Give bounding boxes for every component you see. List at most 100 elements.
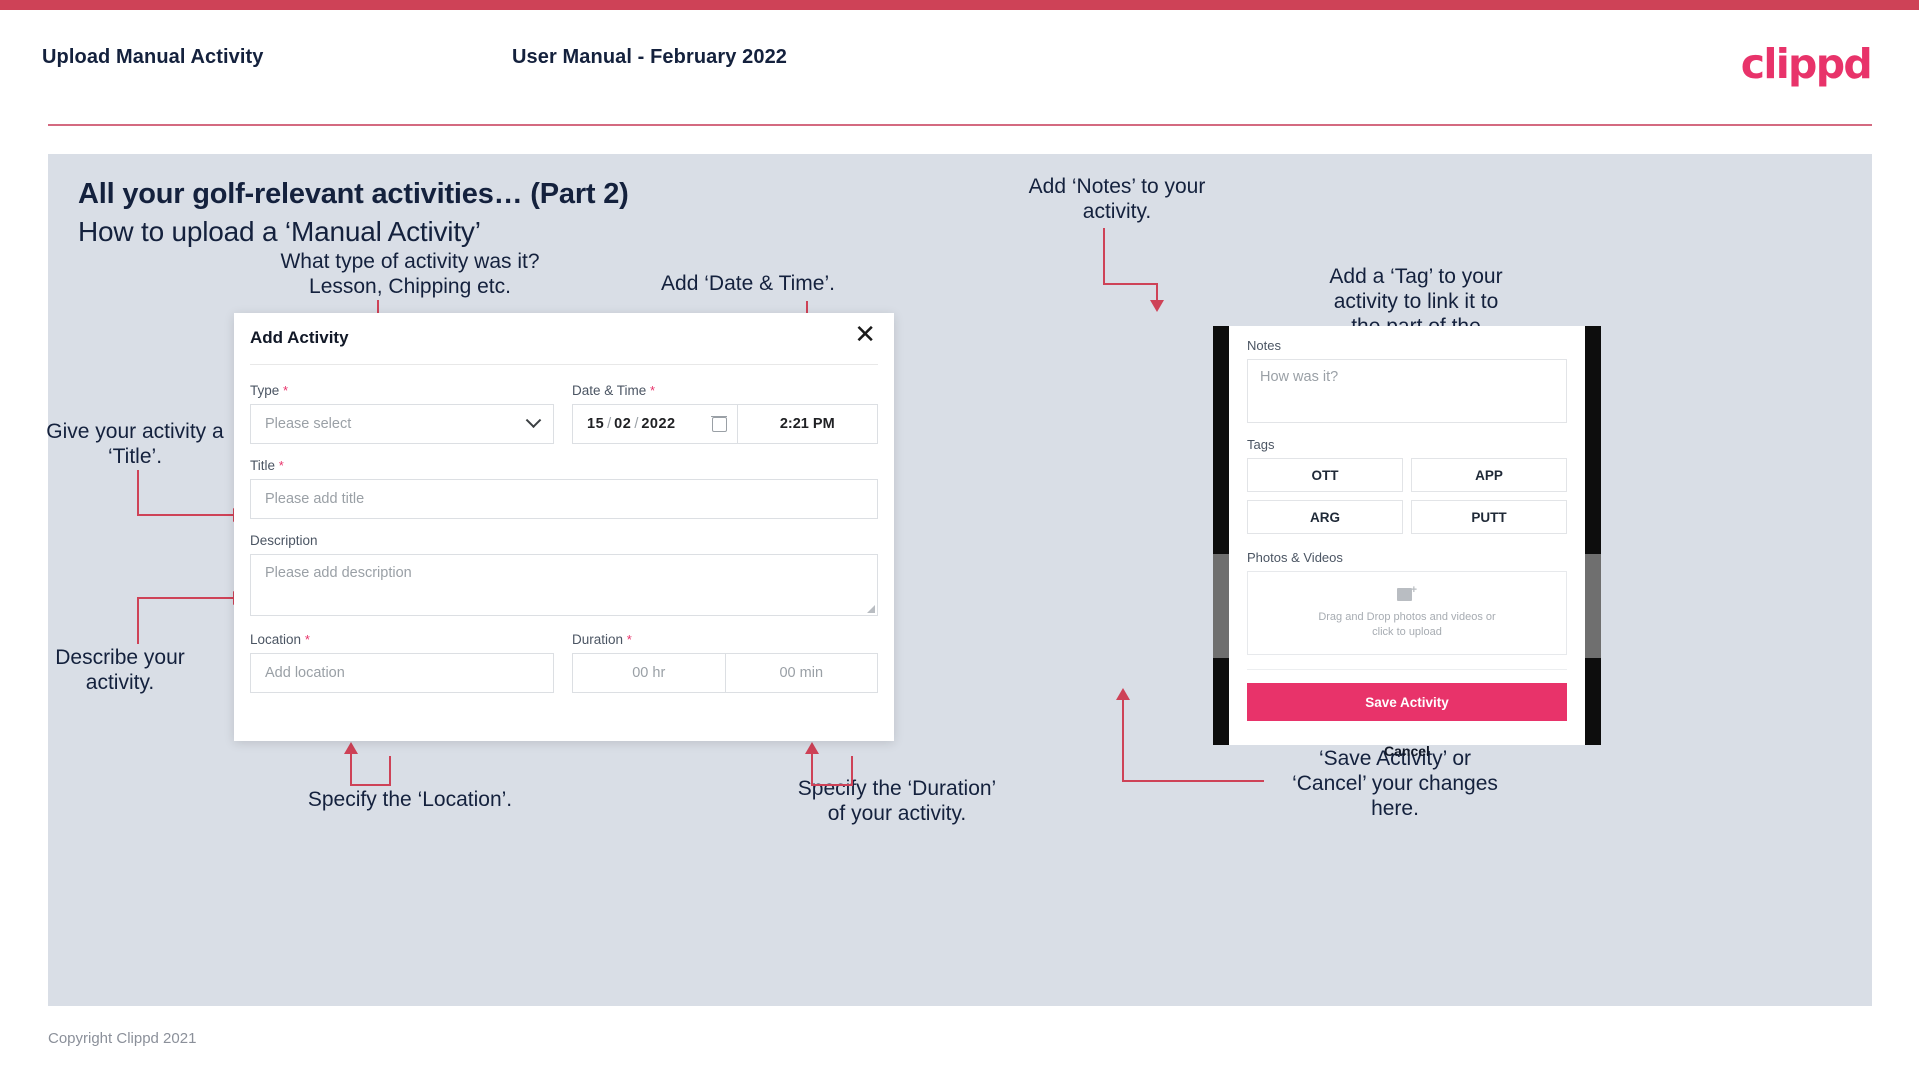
- leader-save-h: [1122, 780, 1264, 782]
- dialog-body: Type * Please select Date & Time * 15 / …: [234, 365, 894, 693]
- datetime-control: 15/02/2022 2:21 PM: [572, 404, 878, 444]
- leader-notes-v1: [1103, 228, 1105, 284]
- datetime-label: Date & Time *: [572, 383, 656, 398]
- dialog-header: Add Activity ✕: [250, 313, 878, 365]
- description-placeholder: Please add description: [265, 565, 412, 581]
- title-input[interactable]: Please add title: [250, 479, 878, 519]
- leader-loc-v2: [389, 756, 391, 786]
- duration-required-asterisk: *: [626, 632, 632, 647]
- photos-videos-label: Photos & Videos: [1247, 550, 1343, 565]
- tags-grid: OTT APP ARG PUTT: [1247, 458, 1567, 534]
- header-left-title: Upload Manual Activity: [42, 46, 264, 68]
- notes-placeholder: How was it?: [1260, 369, 1339, 385]
- phone-divider: [1247, 669, 1567, 670]
- save-activity-button[interactable]: Save Activity: [1247, 683, 1567, 721]
- field-title: Title * Please add title: [250, 458, 878, 519]
- field-duration: Duration * 00 hr 00 min: [572, 632, 878, 693]
- type-label: Type *: [250, 383, 289, 398]
- row-location-duration: Location * Add location Duration * 00 hr…: [250, 632, 878, 693]
- leader-loc-h: [350, 784, 391, 786]
- tag-putt[interactable]: PUTT: [1411, 500, 1567, 534]
- phone-scrollbar-right[interactable]: [1585, 554, 1601, 658]
- calendar-icon[interactable]: [710, 415, 728, 432]
- duration-minutes-input[interactable]: 00 min: [724, 654, 878, 692]
- leader-dur-v1: [811, 751, 813, 785]
- dropzone-line1: Drag and Drop photos and videos or: [1318, 611, 1496, 624]
- page-subtitle: How to upload a ‘Manual Activity’: [78, 216, 481, 247]
- date-input[interactable]: 15/02/2022: [573, 405, 737, 443]
- date-value: 15/02/2022: [587, 416, 676, 432]
- dropzone-line2: click to upload: [1372, 626, 1442, 638]
- location-required-asterisk: *: [304, 632, 310, 647]
- annotation-duration: Specify the ‘Duration’ of your activity.: [797, 777, 997, 825]
- clippd-logo: clippd: [1740, 40, 1873, 88]
- top-accent-bar: [0, 0, 1919, 10]
- annotation-notes: Add ‘Notes’ to your activity.: [1028, 175, 1206, 223]
- duration-control: 00 hr 00 min: [572, 653, 878, 693]
- leader-notes-h: [1103, 283, 1158, 285]
- datetime-required-asterisk: *: [650, 383, 656, 398]
- title-label: Title *: [250, 458, 284, 473]
- tag-ott[interactable]: OTT: [1247, 458, 1403, 492]
- title-placeholder: Please add title: [265, 491, 365, 507]
- type-select[interactable]: Please select: [250, 404, 554, 444]
- mobile-preview: Notes How was it? Tags OTT APP ARG PUTT …: [1213, 326, 1601, 759]
- leader-dur-arrow: [805, 742, 819, 754]
- field-location: Location * Add location: [250, 632, 554, 693]
- page-title: All your golf-relevant activities… (Part…: [78, 178, 629, 210]
- add-activity-dialog: Add Activity ✕ Type * Please select Date…: [234, 313, 894, 741]
- annotation-description: Describe your activity.: [55, 646, 185, 694]
- dialog-title: Add Activity: [250, 328, 349, 347]
- phone-scrollbar-left[interactable]: [1213, 554, 1229, 658]
- leader-notes-arrow: [1150, 300, 1164, 312]
- add-image-icon: +: [1397, 585, 1417, 603]
- header-divider: [48, 124, 1872, 126]
- duration-hours-input[interactable]: 00 hr: [573, 654, 725, 692]
- leader-title-h: [137, 514, 237, 516]
- type-required-asterisk: *: [283, 383, 289, 398]
- leader-desc-h: [137, 597, 237, 599]
- leader-loc-v1: [350, 751, 352, 785]
- notes-label: Notes: [1247, 338, 1281, 353]
- title-required-asterisk: *: [278, 458, 284, 473]
- location-label: Location *: [250, 632, 310, 647]
- cancel-button[interactable]: Cancel: [1247, 743, 1567, 759]
- dropzone-text: Drag and Drop photos and videos or click…: [1318, 610, 1495, 640]
- close-icon[interactable]: ✕: [854, 321, 876, 347]
- annotation-datetime: Add ‘Date & Time’.: [661, 272, 835, 295]
- type-placeholder: Please select: [265, 416, 352, 432]
- field-description: Description Please add description: [250, 533, 878, 616]
- phone-screen: Notes How was it? Tags OTT APP ARG PUTT …: [1229, 326, 1585, 759]
- leader-save-arrow: [1116, 688, 1130, 700]
- header-center-title: User Manual - February 2022: [512, 46, 788, 68]
- leader-save-v: [1122, 697, 1124, 781]
- chevron-down-icon: [525, 411, 542, 428]
- phone-bezel-left: [1213, 326, 1229, 745]
- tags-label: Tags: [1247, 437, 1275, 452]
- phone-bezel-right: [1585, 326, 1601, 745]
- leader-dur-h: [811, 784, 853, 786]
- time-input[interactable]: 2:21 PM: [736, 405, 878, 443]
- leader-title-v: [137, 470, 139, 516]
- annotation-title: Give your activity a ‘Title’.: [46, 420, 224, 468]
- annotation-location: Specify the ‘Location’.: [307, 788, 513, 811]
- footer-copyright: Copyright Clippd 2021: [48, 1030, 197, 1047]
- duration-label: Duration *: [572, 632, 632, 647]
- notes-textarea[interactable]: How was it?: [1247, 359, 1567, 423]
- location-input[interactable]: Add location: [250, 653, 554, 693]
- annotation-type: What type of activity was it? Lesson, Ch…: [280, 250, 540, 298]
- time-value: 2:21 PM: [779, 416, 835, 432]
- description-textarea[interactable]: Please add description: [250, 554, 878, 616]
- row-type-datetime: Type * Please select Date & Time * 15 / …: [250, 383, 878, 444]
- location-placeholder: Add location: [265, 665, 345, 681]
- leader-loc-arrow: [344, 742, 358, 754]
- tag-arg[interactable]: ARG: [1247, 500, 1403, 534]
- leader-desc-v: [137, 598, 139, 644]
- field-type: Type * Please select: [250, 383, 554, 444]
- leader-dur-v2: [851, 756, 853, 786]
- field-datetime: Date & Time * 15/02/2022 2:21 PM: [572, 383, 878, 444]
- photo-upload-dropzone[interactable]: + Drag and Drop photos and videos or cli…: [1247, 571, 1567, 655]
- description-label: Description: [250, 533, 318, 548]
- slide-root: Upload Manual Activity User Manual - Feb…: [0, 0, 1919, 1079]
- tag-app[interactable]: APP: [1411, 458, 1567, 492]
